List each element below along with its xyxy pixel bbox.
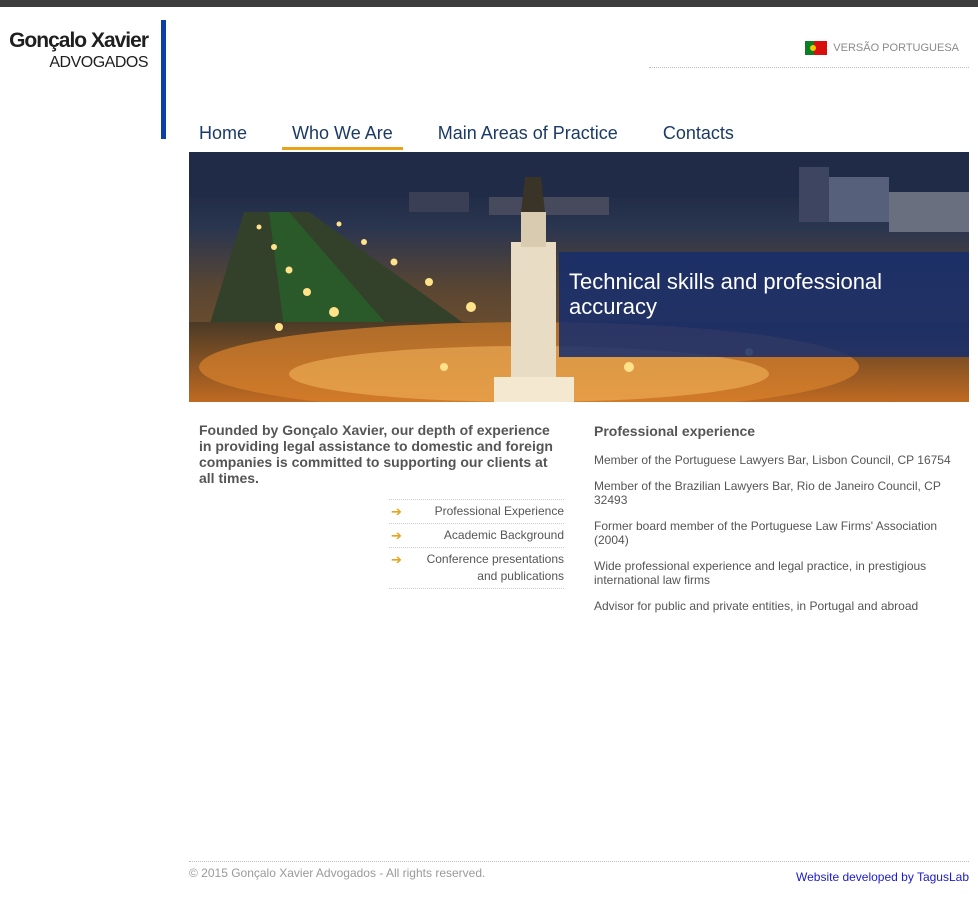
- experience-item: Former board member of the Portuguese La…: [594, 519, 938, 547]
- intro-text: Founded by Gonçalo Xavier, our depth of …: [199, 422, 553, 486]
- nav-who-we-are[interactable]: Who We Are: [282, 120, 403, 150]
- logo-subtitle: ADVOGADOS: [49, 54, 148, 71]
- banner-caption-text: Technical skills and professional accura…: [569, 269, 883, 319]
- logo-accent-bar: [161, 20, 166, 139]
- logo[interactable]: Gonçalo Xavier ADVOGADOS: [0, 28, 149, 72]
- nav-home[interactable]: Home: [189, 120, 257, 147]
- portugal-flag-icon: [805, 41, 828, 55]
- submenu-item-professional-experience[interactable]: ➔ Professional Experience: [389, 500, 564, 524]
- experience-list: Member of the Portuguese Lawyers Bar, Li…: [594, 453, 958, 625]
- submenu-item-label: Professional Experience: [434, 504, 564, 518]
- footer-copyright: © 2015 Gonçalo Xavier Advogados - All ri…: [189, 866, 486, 880]
- footer: © 2015 Gonçalo Xavier Advogados - All ri…: [189, 861, 969, 884]
- experience-item: Advisor for public and private entities,…: [594, 599, 919, 613]
- language-switcher: VERSÃO PORTUGUESA: [649, 41, 969, 68]
- footer-credit-link[interactable]: Website developed by TagusLab: [796, 870, 969, 884]
- submenu-item-label: Conference presentations and publication…: [426, 552, 564, 583]
- section-submenu: ➔ Professional Experience ➔ Academic Bac…: [389, 499, 564, 589]
- experience-item: Member of the Portuguese Lawyers Bar, Li…: [594, 453, 951, 467]
- logo-name: Gonçalo Xavier: [9, 29, 149, 52]
- hero-banner: Technical skills and professional accura…: [189, 152, 969, 402]
- arrow-right-icon: ➔: [391, 552, 402, 567]
- arrow-right-icon: ➔: [391, 504, 402, 519]
- language-link[interactable]: VERSÃO PORTUGUESA: [805, 41, 959, 55]
- language-label: VERSÃO PORTUGUESA: [833, 42, 959, 54]
- experience-title: Professional experience: [594, 423, 756, 439]
- arrow-right-icon: ➔: [391, 528, 402, 543]
- main-nav: Home Who We Are Main Areas of Practice C…: [189, 120, 769, 150]
- top-bar: [0, 0, 978, 7]
- experience-item: Wide professional experience and legal p…: [594, 559, 927, 587]
- submenu-item-conference-presentations[interactable]: ➔ Conference presentations and publicati…: [389, 548, 564, 589]
- submenu-item-academic-background[interactable]: ➔ Academic Background: [389, 524, 564, 548]
- submenu-item-label: Academic Background: [443, 528, 564, 542]
- banner-caption: Technical skills and professional accura…: [559, 252, 969, 357]
- nav-contacts[interactable]: Contacts: [653, 120, 744, 147]
- nav-main-areas-of-practice[interactable]: Main Areas of Practice: [428, 120, 628, 147]
- experience-item: Member of the Brazilian Lawyers Bar, Rio…: [594, 479, 941, 507]
